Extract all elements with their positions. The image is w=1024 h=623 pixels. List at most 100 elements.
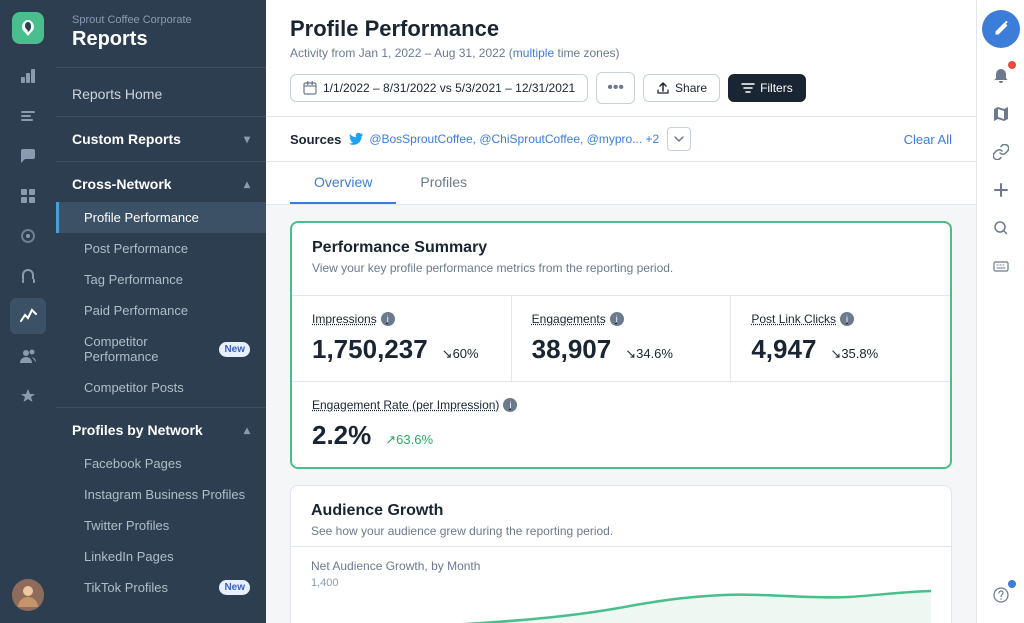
- sources-label: Sources: [290, 132, 341, 147]
- map-button[interactable]: [983, 96, 1019, 132]
- timezone-link[interactable]: multiple: [513, 46, 554, 60]
- performance-summary-desc: View your key profile performance metric…: [312, 261, 930, 275]
- impressions-value: 1,750,237: [312, 334, 428, 365]
- filters-icon: [741, 81, 755, 95]
- engagement-rate-value: 2.2%: [312, 420, 371, 451]
- alert-badge: [1008, 61, 1016, 69]
- engagement-rate-info-icon[interactable]: i: [503, 398, 517, 412]
- chart-y-labels: 1,400 1,200: [311, 577, 339, 623]
- post-link-clicks-info-icon[interactable]: i: [840, 312, 854, 326]
- user-avatar[interactable]: [12, 579, 44, 611]
- metrics-primary-row: Impressions i 1,750,237 ↘60% Engagements: [292, 295, 950, 381]
- audience-chart-svg: [351, 577, 931, 623]
- audience-growth-title: Audience Growth: [311, 502, 931, 520]
- nav-icon-publish[interactable]: [10, 178, 46, 214]
- nav-icon-compose[interactable]: [10, 98, 46, 134]
- sidebar-item-tiktok[interactable]: TikTok Profiles New: [56, 572, 266, 603]
- edit-icon: [993, 21, 1009, 37]
- search-button[interactable]: [983, 210, 1019, 246]
- share-icon: [656, 81, 670, 95]
- nav-icon-advocacy[interactable]: [10, 378, 46, 414]
- sidebar-item-paid-performance[interactable]: Paid Performance: [56, 295, 266, 326]
- icon-rail: [0, 0, 56, 623]
- metric-engagements: Engagements i 38,907 ↘34.6%: [512, 296, 732, 381]
- sidebar-item-facebook-pages[interactable]: Facebook Pages: [56, 448, 266, 479]
- sidebar-item-cross-network[interactable]: Cross-Network ▴: [56, 166, 266, 202]
- filters-label: Filters: [760, 81, 793, 95]
- sources-tags: @BosSproutCoffee, @ChiSproutCoffee, @myp…: [349, 132, 659, 146]
- post-link-clicks-change: ↘35.8%: [830, 346, 878, 362]
- source-twitter-icon: [349, 133, 363, 145]
- link-button[interactable]: [983, 134, 1019, 170]
- page-title: Profile Performance: [290, 16, 952, 42]
- sidebar-header: Sprout Coffee Corporate Reports: [56, 0, 266, 68]
- audience-growth-header: Audience Growth See how your audience gr…: [291, 486, 951, 546]
- metric-impressions-label: Impressions i: [312, 312, 491, 326]
- toolbar: 1/1/2022 – 8/31/2022 vs 5/3/2021 – 12/31…: [290, 72, 952, 116]
- alert-button[interactable]: [983, 58, 1019, 94]
- sidebar-item-profiles-by-network[interactable]: Profiles by Network ▴: [56, 412, 266, 448]
- tab-profiles[interactable]: Profiles: [396, 162, 491, 204]
- share-button[interactable]: Share: [643, 74, 720, 102]
- sidebar-item-reports-home[interactable]: Reports Home: [56, 76, 266, 112]
- engagements-info-icon[interactable]: i: [610, 312, 624, 326]
- nav-icon-inbox[interactable]: [10, 138, 46, 174]
- filters-button[interactable]: Filters: [728, 74, 806, 102]
- new-badge-competitor: New: [219, 342, 250, 357]
- engagement-rate-change: ↗63.6%: [385, 432, 433, 448]
- app-logo[interactable]: [12, 12, 44, 44]
- clear-all-button[interactable]: Clear All: [904, 132, 952, 147]
- sidebar-item-instagram[interactable]: Instagram Business Profiles: [56, 479, 266, 510]
- chart-label: Net Audience Growth, by Month: [291, 546, 951, 577]
- date-range-button[interactable]: 1/1/2022 – 8/31/2022 vs 5/3/2021 – 12/31…: [290, 74, 588, 102]
- sidebar-item-profile-performance[interactable]: Profile Performance: [56, 202, 266, 233]
- nav-divider-1: [56, 116, 266, 117]
- arrow-up-icon: ↗: [385, 432, 396, 447]
- metric-post-link-clicks-label: Post Link Clicks i: [751, 312, 930, 326]
- tab-overview[interactable]: Overview: [290, 162, 396, 204]
- sidebar-title: Reports: [72, 28, 250, 51]
- chevron-down-icon-sources: [673, 133, 685, 145]
- nav-icon-people[interactable]: [10, 338, 46, 374]
- post-link-clicks-value: 4,947: [751, 334, 816, 365]
- main-content: Profile Performance Activity from Jan 1,…: [266, 0, 976, 623]
- chevron-down-icon: ▾: [244, 132, 250, 146]
- performance-summary-card: Performance Summary View your key profil…: [290, 221, 952, 469]
- keyboard-button[interactable]: [983, 248, 1019, 284]
- sidebar-item-linkedin[interactable]: LinkedIn Pages: [56, 541, 266, 572]
- nav-icon-listen[interactable]: [10, 258, 46, 294]
- sidebar-item-competitor-posts[interactable]: Competitor Posts: [56, 372, 266, 403]
- sidebar-item-custom-reports[interactable]: Custom Reports ▾: [56, 121, 266, 157]
- sidebar-item-tag-performance[interactable]: Tag Performance: [56, 264, 266, 295]
- help-icon: [993, 587, 1009, 603]
- alert-icon: [993, 68, 1009, 84]
- metric-impressions: Impressions i 1,750,237 ↘60%: [292, 296, 512, 381]
- help-button[interactable]: [983, 577, 1019, 613]
- sidebar-brand: Sprout Coffee Corporate: [72, 14, 250, 26]
- sources-left: Sources @BosSproutCoffee, @ChiSproutCoff…: [290, 127, 691, 151]
- nav-icon-analytics[interactable]: [10, 298, 46, 334]
- more-options-button[interactable]: •••: [596, 72, 635, 104]
- metrics-secondary-row: Engagement Rate (per Impression) i 2.2% …: [292, 381, 950, 467]
- page-header: Profile Performance Activity from Jan 1,…: [266, 0, 976, 117]
- engagements-change: ↘34.6%: [625, 346, 673, 362]
- sources-bar: Sources @BosSproutCoffee, @ChiSproutCoff…: [266, 117, 976, 162]
- share-label: Share: [675, 81, 707, 95]
- sidebar-item-post-performance[interactable]: Post Performance: [56, 233, 266, 264]
- date-range-label: 1/1/2022 – 8/31/2022 vs 5/3/2021 – 12/31…: [323, 81, 575, 95]
- metric-engagements-label: Engagements i: [532, 312, 711, 326]
- arrow-down-icon-3: ↘: [830, 346, 841, 361]
- sidebar-item-twitter[interactable]: Twitter Profiles: [56, 510, 266, 541]
- right-icon-rail: [976, 0, 1024, 623]
- performance-summary-title: Performance Summary: [312, 239, 930, 257]
- impressions-info-icon[interactable]: i: [381, 312, 395, 326]
- nav-icon-discover[interactable]: [10, 218, 46, 254]
- sidebar-item-competitor-performance[interactable]: Competitor Performance New: [56, 326, 266, 372]
- impressions-change: ↘60%: [442, 346, 479, 362]
- audience-growth-card: Audience Growth See how your audience gr…: [290, 485, 952, 623]
- new-badge-tiktok: New: [219, 580, 250, 595]
- sources-expand-button[interactable]: [667, 127, 691, 151]
- compose-cta-button[interactable]: [982, 10, 1020, 48]
- add-button[interactable]: [983, 172, 1019, 208]
- nav-icon-reports[interactable]: [10, 58, 46, 94]
